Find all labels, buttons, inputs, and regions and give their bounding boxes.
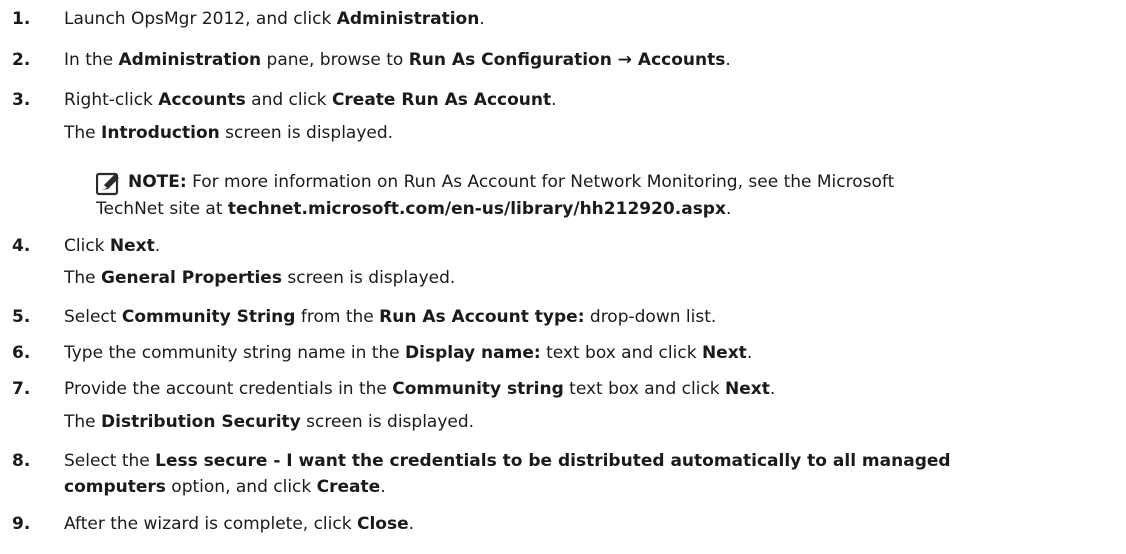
step-text: Type the community string name in the Di… bbox=[64, 343, 753, 363]
step-number: 2. bbox=[12, 50, 31, 70]
step-result: The Introduction screen is displayed. bbox=[64, 123, 394, 143]
step-number: 6. bbox=[12, 343, 31, 363]
step-text: In the Administration pane, browse to Ru… bbox=[64, 50, 731, 70]
step-number: 8. bbox=[12, 451, 31, 471]
step-text: Select Community String from the Run As … bbox=[64, 307, 717, 327]
step-text: Click Next. bbox=[64, 236, 161, 256]
step-text: Provide the account credentials in the C… bbox=[64, 379, 776, 399]
technet-link[interactable]: technet.microsoft.com/en-us/library/hh21… bbox=[228, 199, 726, 219]
step-number: 7. bbox=[12, 379, 31, 399]
step-text: Launch OpsMgr 2012, and click Administra… bbox=[64, 9, 485, 29]
step-result: The General Properties screen is display… bbox=[64, 268, 456, 288]
document-body: 1. Launch OpsMgr 2012, and click Adminis… bbox=[0, 0, 1126, 554]
note-text: NOTE: For more information on Run As Acc… bbox=[128, 172, 895, 192]
step-text-continued: computers option, and click Create. bbox=[64, 477, 386, 497]
step-text: After the wizard is complete, click Clos… bbox=[64, 514, 415, 534]
step-number: 1. bbox=[12, 9, 31, 29]
step-text: Right-click Accounts and click Create Ru… bbox=[64, 90, 557, 110]
step-number: 5. bbox=[12, 307, 31, 327]
step-number: 4. bbox=[12, 236, 31, 256]
step-text: Select the Less secure - I want the cred… bbox=[64, 451, 951, 471]
step-number: 3. bbox=[12, 90, 31, 110]
pencil-note-icon bbox=[96, 172, 119, 196]
step-result: The Distribution Security screen is disp… bbox=[64, 412, 475, 432]
step-number: 9. bbox=[12, 514, 31, 534]
note-text-continued: TechNet site at technet.microsoft.com/en… bbox=[96, 199, 732, 219]
